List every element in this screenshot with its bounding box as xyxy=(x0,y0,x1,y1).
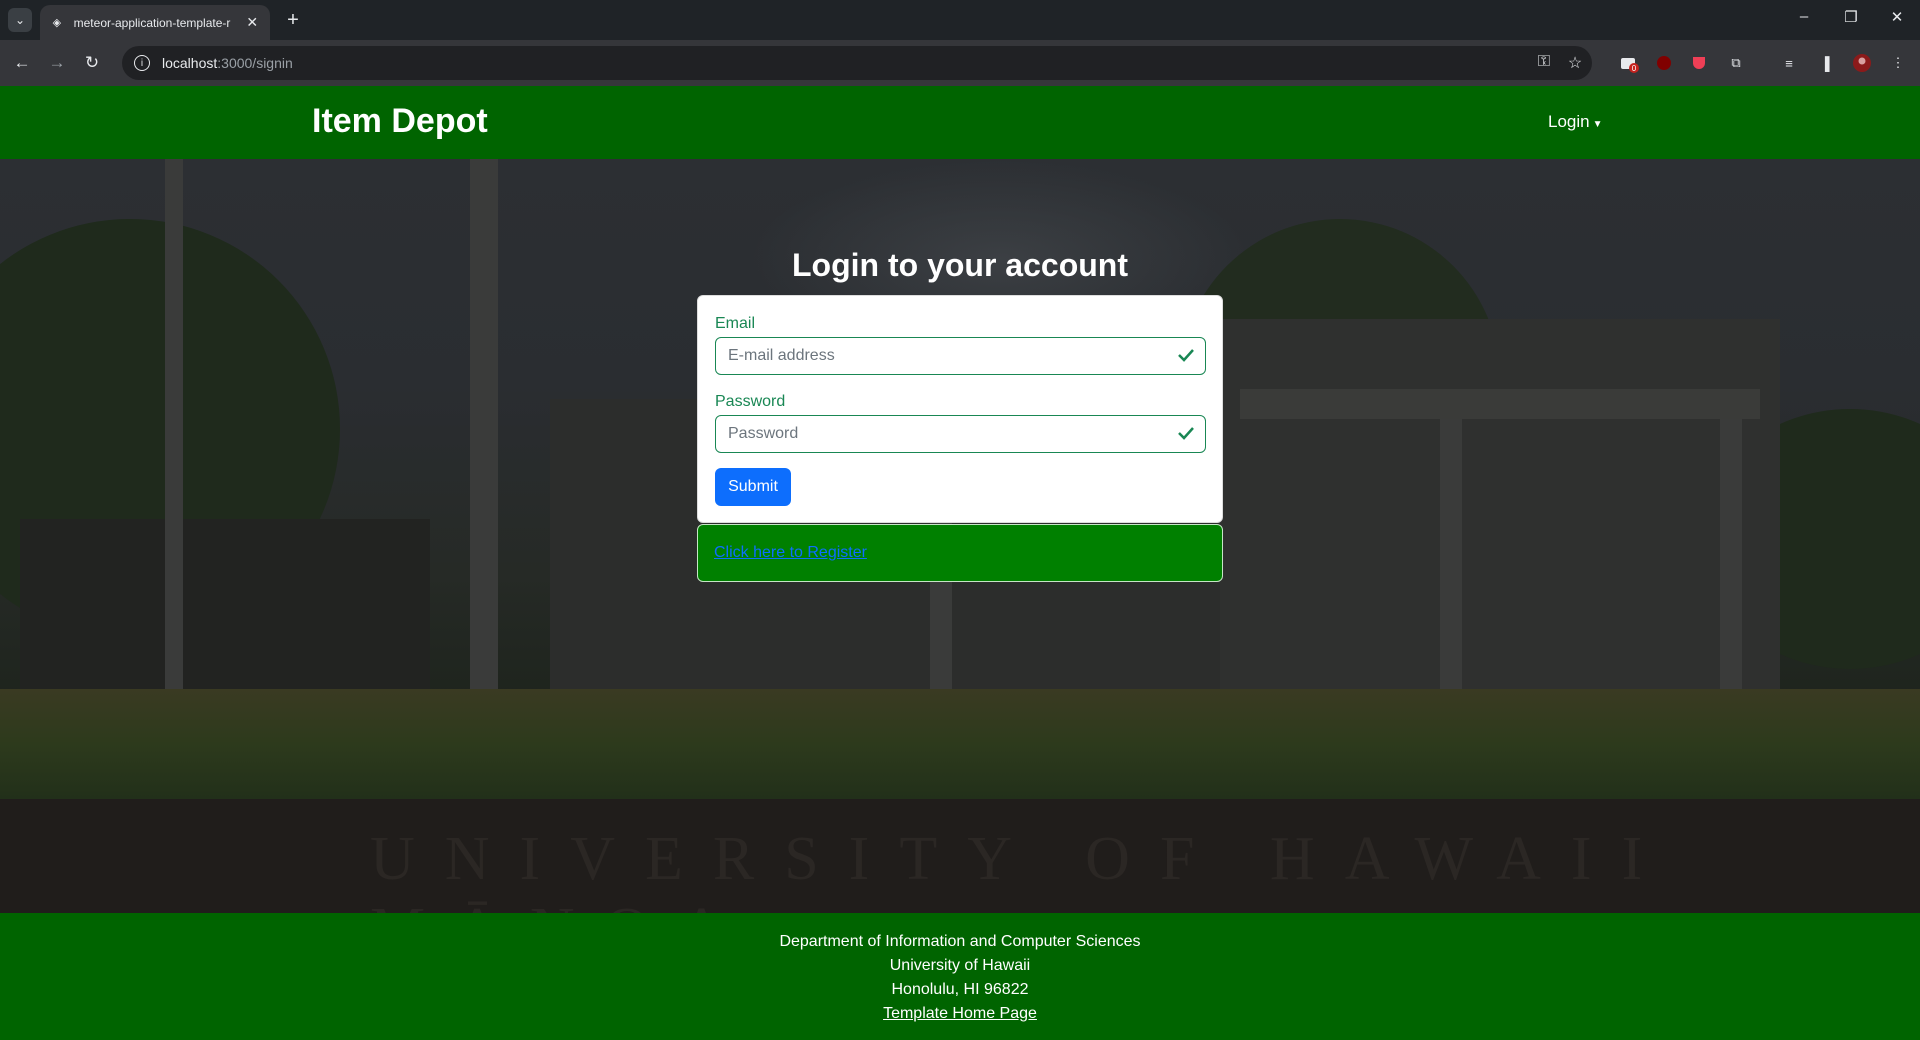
valid-check-icon xyxy=(1178,349,1194,362)
building-left xyxy=(20,519,430,699)
building-roof xyxy=(1240,389,1760,419)
browser-tab-bar: ⌄ ◈ meteor-application-template-r ✕ + – … xyxy=(0,0,1920,40)
extensions-puzzle-icon[interactable]: ⧉ xyxy=(1725,52,1747,74)
reload-icon[interactable]: ↻ xyxy=(80,51,104,75)
side-panel-icon[interactable]: ▐ xyxy=(1814,52,1836,74)
tab-title: meteor-application-template-r xyxy=(73,15,231,30)
wall-engraving: UNIVERSITY OF HAWAII MĀNOA xyxy=(370,825,1673,913)
pole-center xyxy=(470,159,498,699)
column xyxy=(1720,419,1742,699)
hedge xyxy=(0,689,1920,799)
site-info-icon[interactable]: i xyxy=(134,55,150,71)
login-heading: Login to your account xyxy=(792,247,1128,283)
favicon-icon: ◈ xyxy=(52,17,62,29)
address-bar[interactable]: i localhost:3000/signin ⚿ ☆ xyxy=(122,46,1592,80)
password-input[interactable] xyxy=(728,425,1148,443)
restore-icon[interactable]: ❐ xyxy=(1836,8,1866,26)
new-tab-icon[interactable]: + xyxy=(282,9,304,31)
tab-search-icon[interactable]: ⌄ xyxy=(8,8,32,32)
register-link[interactable]: Click here to Register xyxy=(714,544,867,561)
browser-tab[interactable]: ◈ meteor-application-template-r ✕ xyxy=(40,5,270,40)
svg-text:0: 0 xyxy=(1632,64,1637,73)
hero-background: UNIVERSITY OF HAWAII MĀNOA Login to your… xyxy=(0,159,1920,913)
brand-title[interactable]: Item Depot xyxy=(312,102,488,141)
valid-check-icon xyxy=(1178,427,1194,440)
reading-list-icon[interactable]: ≡ xyxy=(1778,52,1800,74)
password-field[interactable] xyxy=(715,415,1206,453)
browser-toolbar: ← → ↻ i localhost:3000/signin ⚿ ☆ 0 ⧉ ≡ … xyxy=(0,40,1920,86)
template-home-link[interactable]: Template Home Page xyxy=(883,1005,1037,1022)
top-navbar: Item Depot Login ▼ xyxy=(0,86,1920,159)
login-dropdown[interactable]: Login ▼ xyxy=(1548,112,1603,132)
login-dropdown-label: Login xyxy=(1548,112,1590,131)
submit-button[interactable]: Submit xyxy=(715,468,791,506)
bookmark-star-icon[interactable]: ☆ xyxy=(1565,53,1585,73)
close-window-icon[interactable]: ✕ xyxy=(1882,8,1912,26)
password-key-icon[interactable]: ⚿ xyxy=(1534,53,1554,71)
footer-department: Department of Information and Computer S… xyxy=(779,933,1141,950)
extension-cookie-icon[interactable]: 0 xyxy=(1618,52,1640,74)
login-form: Email Password Submit xyxy=(697,295,1223,523)
menu-kebab-icon[interactable]: ⋮ xyxy=(1887,52,1909,74)
password-label: Password xyxy=(715,393,786,410)
caret-down-icon: ▼ xyxy=(1592,119,1603,130)
email-label: Email xyxy=(715,315,756,332)
register-message: Click here to Register xyxy=(697,524,1223,582)
pole-left xyxy=(165,159,183,699)
close-tab-icon[interactable]: ✕ xyxy=(244,14,260,31)
url-host: localhost xyxy=(162,55,218,71)
url-path: :3000/signin xyxy=(217,55,293,71)
footer-address: Honolulu, HI 96822 xyxy=(891,981,1029,998)
profile-avatar[interactable] xyxy=(1851,52,1873,74)
column xyxy=(1440,419,1462,699)
minimize-icon[interactable]: – xyxy=(1789,8,1819,25)
back-icon[interactable]: ← xyxy=(10,51,34,75)
web-page: Item Depot Login▼ UNIVERSITY OF HAWAII M… xyxy=(0,86,1920,1040)
email-field[interactable] xyxy=(715,337,1206,375)
footer: Department of Information and Computer S… xyxy=(0,913,1920,1040)
email-input[interactable] xyxy=(728,347,1148,365)
pocket-icon[interactable] xyxy=(1688,52,1710,74)
footer-university: University of Hawaii xyxy=(889,957,1031,974)
building-right xyxy=(1220,319,1780,699)
forward-icon[interactable]: → xyxy=(45,51,69,75)
ublock-icon[interactable] xyxy=(1653,52,1675,74)
